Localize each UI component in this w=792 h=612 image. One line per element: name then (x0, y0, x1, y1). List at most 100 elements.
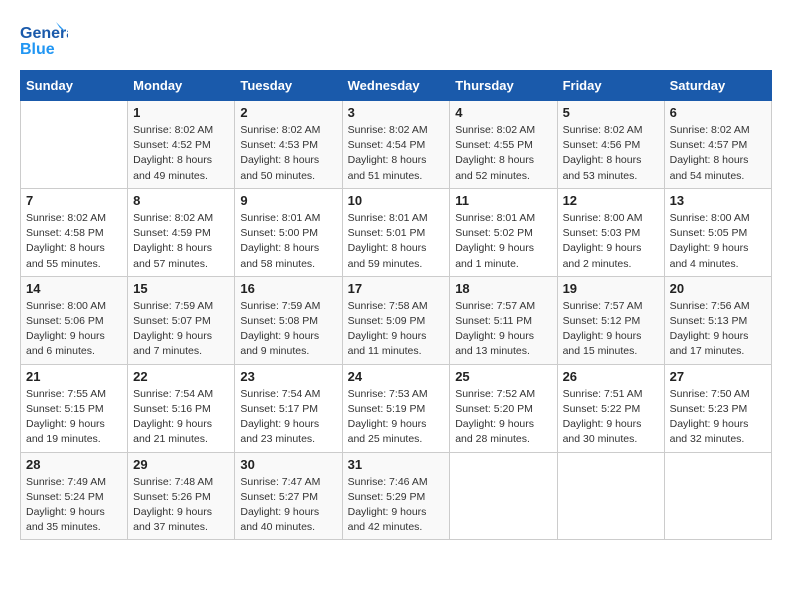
day-info: Sunrise: 7:47 AMSunset: 5:27 PMDaylight:… (240, 475, 336, 536)
day-info: Sunrise: 8:02 AMSunset: 4:57 PMDaylight:… (670, 123, 766, 184)
day-info: Sunrise: 8:01 AMSunset: 5:00 PMDaylight:… (240, 211, 336, 272)
day-cell: 5 Sunrise: 8:02 AMSunset: 4:56 PMDaylight… (557, 101, 664, 189)
calendar-table: SundayMondayTuesdayWednesdayThursdayFrid… (20, 70, 772, 540)
day-info: Sunrise: 8:02 AMSunset: 4:54 PMDaylight:… (348, 123, 445, 184)
day-cell: 2 Sunrise: 8:02 AMSunset: 4:53 PMDaylight… (235, 101, 342, 189)
day-number: 8 (133, 193, 229, 208)
day-cell: 12 Sunrise: 8:00 AMSunset: 5:03 PMDayligh… (557, 188, 664, 276)
day-info: Sunrise: 8:02 AMSunset: 4:53 PMDaylight:… (240, 123, 336, 184)
day-info: Sunrise: 7:55 AMSunset: 5:15 PMDaylight:… (26, 387, 122, 448)
day-info: Sunrise: 8:01 AMSunset: 5:02 PMDaylight:… (455, 211, 551, 272)
day-cell: 17Sunrise: 7:58 AMSunset: 5:09 PMDayligh… (342, 276, 450, 364)
day-number: 24 (348, 369, 445, 384)
week-row-1: 1Sunrise: 8:02 AMSunset: 4:52 PMDaylight… (21, 101, 772, 189)
day-number: 22 (133, 369, 229, 384)
day-info: Sunrise: 8:02 AMSunset: 4:59 PMDaylight:… (133, 211, 229, 272)
day-cell: 4 Sunrise: 8:02 AMSunset: 4:55 PMDaylight… (450, 101, 557, 189)
day-info: Sunrise: 8:00 AMSunset: 5:03 PMDaylight:… (563, 211, 659, 272)
day-info: Sunrise: 7:59 AMSunset: 5:08 PMDaylight:… (240, 299, 336, 360)
header-day-monday: Monday (128, 71, 235, 101)
day-info: Sunrise: 8:00 AMSunset: 5:05 PMDaylight:… (670, 211, 766, 272)
day-number: 18 (455, 281, 551, 296)
day-number: 17 (348, 281, 445, 296)
week-row-5: 28 Sunrise: 7:49 AMSunset: 5:24 PMDayligh… (21, 452, 772, 540)
day-info: Sunrise: 8:02 AMSunset: 4:52 PMDaylight:… (133, 123, 229, 184)
week-row-4: 21Sunrise: 7:55 AMSunset: 5:15 PMDayligh… (21, 364, 772, 452)
header-day-thursday: Thursday (450, 71, 557, 101)
day-cell: 21Sunrise: 7:55 AMSunset: 5:15 PMDayligh… (21, 364, 128, 452)
day-cell: 29 Sunrise: 7:48 AMSunset: 5:26 PMDayligh… (128, 452, 235, 540)
day-number: 20 (670, 281, 766, 296)
page-header: General Blue (20, 20, 772, 60)
day-cell (21, 101, 128, 189)
day-cell: 18 Sunrise: 7:57 AMSunset: 5:11 PMDayligh… (450, 276, 557, 364)
day-info: Sunrise: 7:54 AMSunset: 5:17 PMDaylight:… (240, 387, 336, 448)
day-info: Sunrise: 7:57 AMSunset: 5:11 PMDaylight:… (455, 299, 551, 360)
day-number: 10 (348, 193, 445, 208)
day-cell: 3 Sunrise: 8:02 AMSunset: 4:54 PMDaylight… (342, 101, 450, 189)
svg-text:Blue: Blue (20, 41, 55, 58)
day-cell: 15Sunrise: 7:59 AMSunset: 5:07 PMDayligh… (128, 276, 235, 364)
day-number: 7 (26, 193, 122, 208)
day-number: 9 (240, 193, 336, 208)
day-number: 13 (670, 193, 766, 208)
day-number: 29 (133, 457, 229, 472)
day-number: 23 (240, 369, 336, 384)
day-info: Sunrise: 8:00 AMSunset: 5:06 PMDaylight:… (26, 299, 122, 360)
header-day-saturday: Saturday (664, 71, 771, 101)
day-info: Sunrise: 7:51 AMSunset: 5:22 PMDaylight:… (563, 387, 659, 448)
week-row-2: 7 Sunrise: 8:02 AMSunset: 4:58 PMDaylight… (21, 188, 772, 276)
day-cell: 26Sunrise: 7:51 AMSunset: 5:22 PMDayligh… (557, 364, 664, 452)
day-number: 5 (563, 105, 659, 120)
day-number: 30 (240, 457, 336, 472)
day-info: Sunrise: 7:54 AMSunset: 5:16 PMDaylight:… (133, 387, 229, 448)
day-cell: 19 Sunrise: 7:57 AMSunset: 5:12 PMDayligh… (557, 276, 664, 364)
day-number: 12 (563, 193, 659, 208)
day-info: Sunrise: 8:02 AMSunset: 4:56 PMDaylight:… (563, 123, 659, 184)
day-number: 19 (563, 281, 659, 296)
day-number: 11 (455, 193, 551, 208)
day-info: Sunrise: 7:52 AMSunset: 5:20 PMDaylight:… (455, 387, 551, 448)
day-info: Sunrise: 7:50 AMSunset: 5:23 PMDaylight:… (670, 387, 766, 448)
day-cell: 16 Sunrise: 7:59 AMSunset: 5:08 PMDayligh… (235, 276, 342, 364)
day-number: 16 (240, 281, 336, 296)
day-cell: 8 Sunrise: 8:02 AMSunset: 4:59 PMDaylight… (128, 188, 235, 276)
day-cell: 22 Sunrise: 7:54 AMSunset: 5:16 PMDayligh… (128, 364, 235, 452)
day-cell: 13 Sunrise: 8:00 AMSunset: 5:05 PMDayligh… (664, 188, 771, 276)
day-info: Sunrise: 7:59 AMSunset: 5:07 PMDaylight:… (133, 299, 229, 360)
day-number: 27 (670, 369, 766, 384)
day-number: 4 (455, 105, 551, 120)
day-number: 3 (348, 105, 445, 120)
header-day-tuesday: Tuesday (235, 71, 342, 101)
day-info: Sunrise: 7:48 AMSunset: 5:26 PMDaylight:… (133, 475, 229, 536)
day-info: Sunrise: 7:49 AMSunset: 5:24 PMDaylight:… (26, 475, 122, 536)
day-cell: 6Sunrise: 8:02 AMSunset: 4:57 PMDaylight… (664, 101, 771, 189)
day-cell: 24 Sunrise: 7:53 AMSunset: 5:19 PMDayligh… (342, 364, 450, 452)
logo: General Blue (20, 20, 68, 60)
week-row-3: 14 Sunrise: 8:00 AMSunset: 5:06 PMDayligh… (21, 276, 772, 364)
day-number: 28 (26, 457, 122, 472)
day-cell (557, 452, 664, 540)
day-info: Sunrise: 8:02 AMSunset: 4:55 PMDaylight:… (455, 123, 551, 184)
day-cell (450, 452, 557, 540)
day-cell (664, 452, 771, 540)
day-cell: 11 Sunrise: 8:01 AMSunset: 5:02 PMDayligh… (450, 188, 557, 276)
day-cell: 25 Sunrise: 7:52 AMSunset: 5:20 PMDayligh… (450, 364, 557, 452)
day-cell: 14 Sunrise: 8:00 AMSunset: 5:06 PMDayligh… (21, 276, 128, 364)
day-number: 25 (455, 369, 551, 384)
calendar-body: 1Sunrise: 8:02 AMSunset: 4:52 PMDaylight… (21, 101, 772, 540)
day-cell: 7 Sunrise: 8:02 AMSunset: 4:58 PMDaylight… (21, 188, 128, 276)
header-day-friday: Friday (557, 71, 664, 101)
day-cell: 20Sunrise: 7:56 AMSunset: 5:13 PMDayligh… (664, 276, 771, 364)
day-cell: 1Sunrise: 8:02 AMSunset: 4:52 PMDaylight… (128, 101, 235, 189)
day-number: 2 (240, 105, 336, 120)
day-cell: 10 Sunrise: 8:01 AMSunset: 5:01 PMDayligh… (342, 188, 450, 276)
day-info: Sunrise: 7:53 AMSunset: 5:19 PMDaylight:… (348, 387, 445, 448)
day-info: Sunrise: 7:57 AMSunset: 5:12 PMDaylight:… (563, 299, 659, 360)
day-number: 14 (26, 281, 122, 296)
day-info: Sunrise: 8:02 AMSunset: 4:58 PMDaylight:… (26, 211, 122, 272)
day-info: Sunrise: 8:01 AMSunset: 5:01 PMDaylight:… (348, 211, 445, 272)
day-cell: 27 Sunrise: 7:50 AMSunset: 5:23 PMDayligh… (664, 364, 771, 452)
day-info: Sunrise: 7:46 AMSunset: 5:29 PMDaylight:… (348, 475, 445, 536)
day-number: 31 (348, 457, 445, 472)
